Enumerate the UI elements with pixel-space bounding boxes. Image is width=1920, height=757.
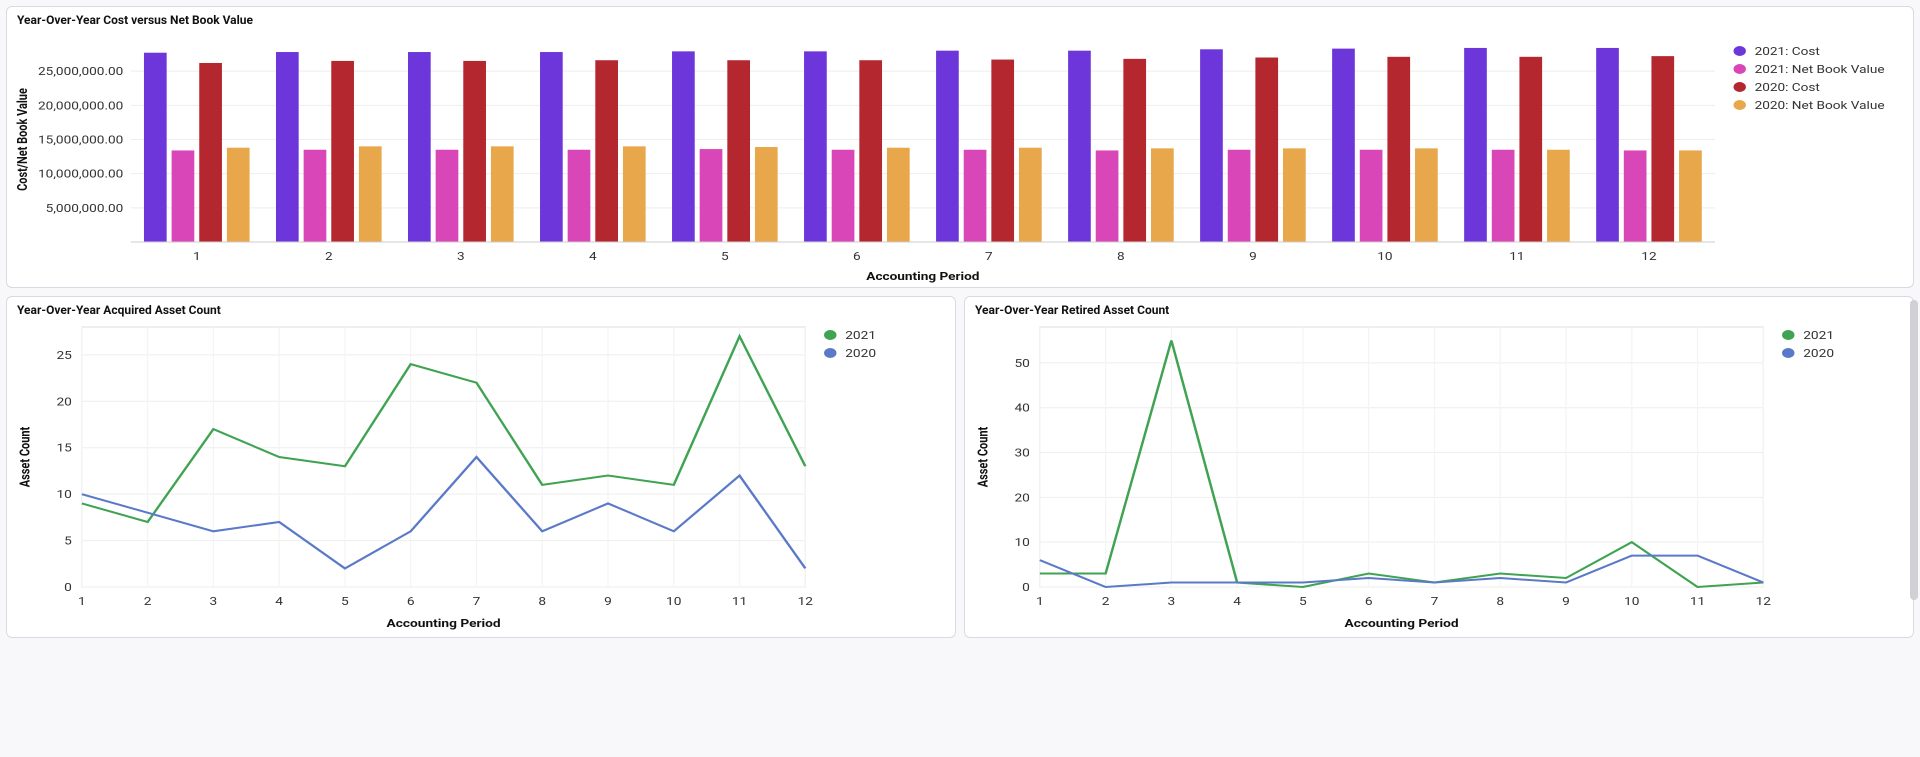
svg-text:0: 0	[64, 581, 72, 594]
svg-text:10: 10	[666, 595, 681, 608]
svg-text:10: 10	[1014, 536, 1029, 549]
svg-text:10: 10	[1624, 595, 1639, 608]
svg-text:50: 50	[1014, 357, 1029, 370]
svg-text:8: 8	[1117, 251, 1125, 263]
svg-text:3: 3	[457, 251, 465, 263]
svg-text:4: 4	[275, 595, 283, 608]
line-chart-acquired: 0510152025123456789101112Asset CountAcco…	[7, 317, 955, 637]
line-chart-retired: 01020304050123456789101112Asset CountAcc…	[965, 317, 1913, 637]
svg-text:5,000,000.00: 5,000,000.00	[46, 203, 124, 215]
svg-text:2021: 2021	[845, 329, 876, 342]
svg-text:11: 11	[1509, 251, 1524, 263]
svg-text:9: 9	[1249, 251, 1257, 263]
svg-text:10: 10	[56, 488, 71, 501]
svg-text:20: 20	[56, 396, 71, 409]
chart-title-top: Year-Over-Year Cost versus Net Book Valu…	[7, 7, 1913, 27]
svg-text:8: 8	[538, 595, 546, 608]
svg-text:5: 5	[1299, 595, 1307, 608]
card-retired-asset-count: Year-Over-Year Retired Asset Count 0 10 20…	[964, 296, 1914, 638]
card-acquired-asset-count: Year-Over-Year Acquired Asset Count 0 5 10…	[6, 296, 956, 638]
svg-text:2020: Cost: 2020: Cost	[1755, 82, 1820, 94]
svg-text:6: 6	[853, 251, 861, 263]
svg-text:7: 7	[1431, 595, 1439, 608]
svg-text:30: 30	[1014, 447, 1029, 460]
bar-chart-cost-vs-nbv: 5,000,000.00 10,000,000.00 15,000,000.00 20…	[7, 27, 1913, 287]
svg-text:7: 7	[473, 595, 481, 608]
svg-text:3: 3	[210, 595, 218, 608]
svg-text:2020: 2020	[845, 347, 876, 360]
svg-text:3: 3	[1168, 595, 1176, 608]
svg-text:9: 9	[1562, 595, 1570, 608]
svg-text:6: 6	[407, 595, 415, 608]
svg-text:Cost/Net Book Value: Cost/Net Book Value	[16, 88, 31, 191]
svg-text:20,000,000.00: 20,000,000.00	[38, 100, 123, 112]
svg-text:Accounting Period: Accounting Period	[866, 271, 979, 283]
svg-text:10,000,000.00: 10,000,000.00	[38, 169, 123, 181]
svg-text:0: 0	[1022, 581, 1030, 594]
chart-title-acquired: Year-Over-Year Acquired Asset Count	[7, 297, 955, 317]
svg-text:2: 2	[1102, 595, 1110, 608]
svg-text:5: 5	[341, 595, 349, 608]
svg-text:40: 40	[1014, 402, 1029, 415]
svg-text:10: 10	[1377, 251, 1392, 263]
chart-title-retired: Year-Over-Year Retired Asset Count	[965, 297, 1913, 317]
svg-text:1: 1	[193, 251, 201, 263]
svg-text:5: 5	[721, 251, 729, 263]
svg-text:5: 5	[64, 535, 72, 548]
svg-text:11: 11	[732, 595, 747, 608]
svg-text:25: 25	[56, 349, 71, 362]
svg-text:Asset Count: Asset Count	[17, 427, 34, 487]
svg-text:1: 1	[78, 595, 86, 608]
svg-text:15,000,000.00: 15,000,000.00	[38, 135, 123, 147]
svg-text:11: 11	[1690, 595, 1705, 608]
svg-text:20: 20	[1014, 492, 1029, 505]
svg-text:8: 8	[1496, 595, 1504, 608]
svg-text:2: 2	[325, 251, 333, 263]
svg-text:25,000,000.00: 25,000,000.00	[38, 66, 123, 78]
card-cost-vs-nbv: Year-Over-Year Cost versus Net Book Valu…	[6, 6, 1914, 288]
svg-text:7: 7	[985, 251, 993, 263]
svg-text:12: 12	[798, 595, 813, 608]
svg-text:9: 9	[604, 595, 612, 608]
svg-text:Asset Count: Asset Count	[975, 427, 992, 487]
svg-text:4: 4	[589, 251, 597, 263]
svg-text:Accounting Period: Accounting Period	[387, 617, 501, 630]
scrollbar-thumb[interactable]	[1910, 300, 1918, 600]
svg-text:2020: Net Book Value: 2020: Net Book Value	[1755, 100, 1885, 112]
svg-text:2020: 2020	[1803, 347, 1834, 360]
svg-text:Accounting Period: Accounting Period	[1345, 617, 1459, 630]
svg-text:2021: Cost: 2021: Cost	[1755, 46, 1820, 58]
svg-text:6: 6	[1365, 595, 1373, 608]
svg-text:2021: Net Book Value: 2021: Net Book Value	[1755, 64, 1885, 76]
svg-text:15: 15	[56, 442, 71, 455]
svg-text:12: 12	[1756, 595, 1771, 608]
svg-text:1: 1	[1036, 595, 1044, 608]
svg-text:12: 12	[1641, 251, 1656, 263]
svg-text:2: 2	[144, 595, 152, 608]
svg-text:4: 4	[1233, 595, 1241, 608]
svg-text:2021: 2021	[1803, 329, 1834, 342]
